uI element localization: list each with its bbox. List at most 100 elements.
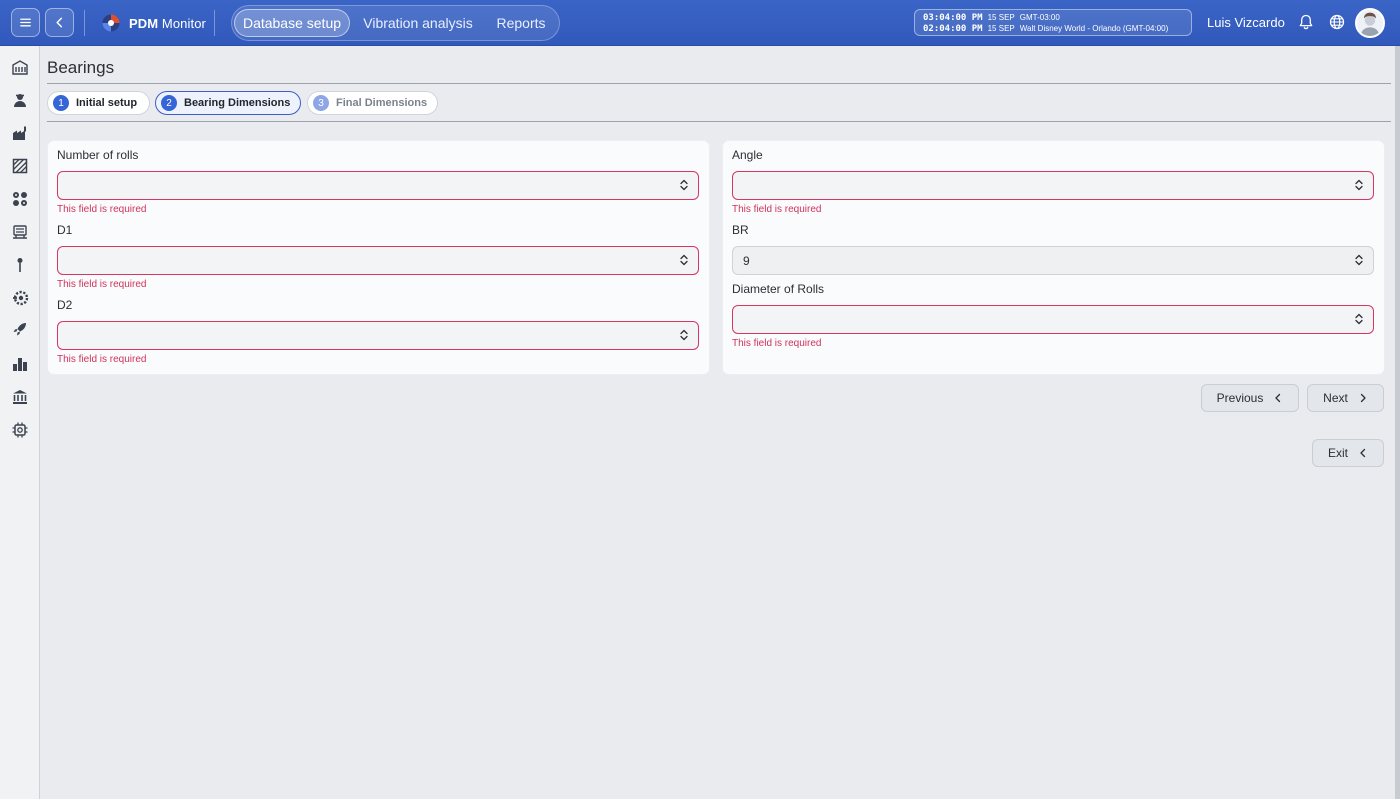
stepper-arrows-icon[interactable] xyxy=(1354,312,1364,326)
avatar[interactable] xyxy=(1355,8,1385,38)
br-input[interactable] xyxy=(732,246,1374,275)
sidebar-item-operators[interactable] xyxy=(9,89,31,111)
user-name[interactable]: Luis Vizcardo xyxy=(1207,15,1285,30)
pdm-logo-icon xyxy=(102,14,120,32)
step-number: 1 xyxy=(53,95,69,111)
sidebar-item-devices[interactable] xyxy=(9,419,31,441)
field-label-br: BR xyxy=(732,223,749,237)
error-message: This field is required xyxy=(57,354,147,365)
step-final-dimensions[interactable]: 3 Final Dimensions xyxy=(307,91,438,115)
sidebar xyxy=(0,46,40,799)
clock-date: 15 SEP xyxy=(987,24,1015,33)
error-message: This field is required xyxy=(732,338,822,349)
sidebar-item-points[interactable] xyxy=(9,254,31,276)
number-of-rolls-input[interactable] xyxy=(57,171,699,200)
sidebar-item-launch[interactable] xyxy=(9,318,31,340)
main-content: Bearings 1 Initial setup 2 Bearing Dimen… xyxy=(40,46,1395,799)
stepper-arrows-icon[interactable] xyxy=(1354,253,1364,267)
top-bar: PDM Monitor Database setup Vibration ana… xyxy=(0,0,1400,46)
sensor-point-icon xyxy=(17,258,23,272)
previous-button[interactable]: Previous xyxy=(1201,384,1299,412)
field-label-d2: D2 xyxy=(57,298,73,312)
sidebar-item-machines[interactable] xyxy=(9,188,31,210)
sidebar-item-components[interactable] xyxy=(9,287,31,309)
step-number: 2 xyxy=(161,95,177,111)
sidebar-item-companies[interactable] xyxy=(9,386,31,408)
stepper-arrows-icon[interactable] xyxy=(1354,178,1364,192)
step-bearing-dimensions[interactable]: 2 Bearing Dimensions xyxy=(155,91,301,115)
chevron-left-icon xyxy=(1275,393,1281,403)
world-clock[interactable]: 03:04:00 PM 15 SEP GMT-03:00 02:04:00 PM… xyxy=(914,9,1192,36)
brand-name: PDM Monitor xyxy=(129,15,206,31)
divider xyxy=(47,83,1391,84)
gears-icon xyxy=(13,290,29,306)
sidebar-item-statistics[interactable] xyxy=(9,353,31,375)
bar-chart-icon xyxy=(13,358,27,371)
globe-icon[interactable] xyxy=(1328,13,1346,31)
clock-date: 15 SEP xyxy=(987,13,1015,22)
hamburger-icon xyxy=(20,18,31,27)
clock-row-remote: 02:04:00 PM 15 SEP Walt Disney World - O… xyxy=(923,23,1191,34)
window-edge xyxy=(1395,46,1400,799)
building-icon xyxy=(12,60,28,75)
machines-icon xyxy=(13,192,27,206)
rocket-icon xyxy=(13,323,26,336)
brand[interactable]: PDM Monitor xyxy=(101,12,206,34)
user-avatar-icon xyxy=(1357,10,1383,36)
tab-database-setup[interactable]: Database setup xyxy=(234,9,350,37)
clock-zone: GMT-03:00 xyxy=(1019,13,1060,22)
form-card-right: Angle This field is required BR Diameter… xyxy=(722,140,1385,375)
page-title: Bearings xyxy=(47,58,115,77)
clock-row-local: 03:04:00 PM 15 SEP GMT-03:00 xyxy=(923,12,1191,23)
field-label-angle: Angle xyxy=(732,148,763,162)
main-nav: Database setup Vibration analysis Report… xyxy=(231,5,560,41)
clock-time: 02:04:00 PM xyxy=(923,24,983,34)
error-message: This field is required xyxy=(732,204,822,215)
stepper-arrows-icon[interactable] xyxy=(679,253,689,267)
step-label: Initial setup xyxy=(76,97,138,109)
diameter-of-rolls-input[interactable] xyxy=(732,305,1374,334)
field-label-d1: D1 xyxy=(57,223,73,237)
back-button[interactable] xyxy=(45,8,74,37)
chip-icon xyxy=(12,422,28,438)
field-label-diameter-of-rolls: Diameter of Rolls xyxy=(732,282,825,296)
sidebar-item-areas[interactable] xyxy=(9,155,31,177)
step-label: Bearing Dimensions xyxy=(184,97,291,109)
field-label-number-of-rolls: Number of rolls xyxy=(57,148,139,162)
tab-reports[interactable]: Reports xyxy=(484,9,558,37)
exit-label: Exit xyxy=(1327,446,1348,460)
next-button[interactable]: Next xyxy=(1307,384,1384,412)
divider xyxy=(47,121,1391,122)
chevron-right-icon xyxy=(1360,393,1366,403)
divider xyxy=(214,10,215,36)
chevron-left-icon xyxy=(1360,448,1366,458)
stepper-arrows-icon[interactable] xyxy=(679,328,689,342)
step-label: Final Dimensions xyxy=(336,97,428,109)
d2-input[interactable] xyxy=(57,321,699,350)
factory-icon xyxy=(13,126,26,140)
step-number: 3 xyxy=(313,95,329,111)
previous-label: Previous xyxy=(1216,391,1264,405)
error-message: This field is required xyxy=(57,204,147,215)
error-message: This field is required xyxy=(57,279,147,290)
clock-time: 03:04:00 PM xyxy=(923,13,983,23)
bell-icon[interactable] xyxy=(1297,13,1315,31)
angle-input[interactable] xyxy=(732,171,1374,200)
sidebar-item-equipment[interactable] xyxy=(9,221,31,243)
tab-vibration-analysis[interactable]: Vibration analysis xyxy=(356,9,480,37)
step-initial-setup[interactable]: 1 Initial setup xyxy=(47,91,150,115)
area-icon xyxy=(12,158,28,174)
sidebar-item-plants[interactable] xyxy=(9,122,31,144)
next-label: Next xyxy=(1323,391,1348,405)
equipment-icon xyxy=(13,225,27,239)
stepper-arrows-icon[interactable] xyxy=(679,178,689,192)
institution-icon xyxy=(13,390,27,404)
menu-button[interactable] xyxy=(11,8,40,37)
d1-input[interactable] xyxy=(57,246,699,275)
form-card-left: Number of rolls This field is required D… xyxy=(47,140,710,375)
exit-button[interactable]: Exit xyxy=(1312,439,1384,467)
operator-icon xyxy=(14,94,26,107)
chevron-left-icon xyxy=(56,17,63,28)
sidebar-item-buildings[interactable] xyxy=(9,56,31,78)
divider xyxy=(84,10,85,36)
